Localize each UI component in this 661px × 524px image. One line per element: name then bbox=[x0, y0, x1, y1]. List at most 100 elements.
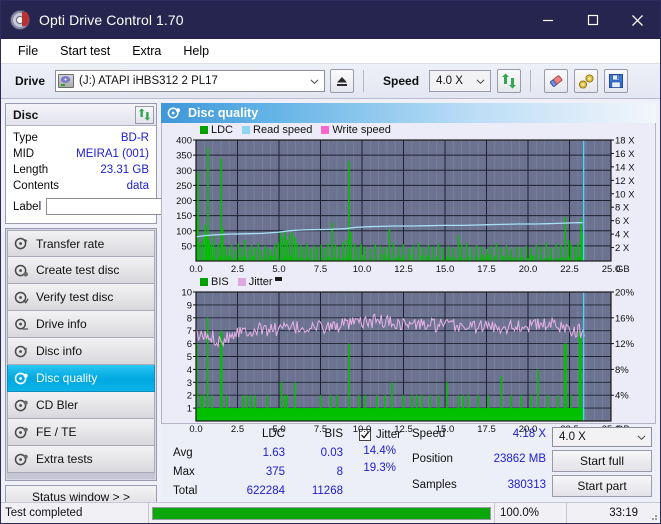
svg-text:4 X: 4 X bbox=[615, 230, 630, 241]
menu-file[interactable]: File bbox=[9, 41, 47, 61]
sidebar-item-disc-quality[interactable]: Disc quality bbox=[7, 365, 155, 392]
svg-text:12 X: 12 X bbox=[615, 176, 635, 187]
eraser-icon bbox=[549, 74, 562, 87]
sidebar: Disc Type BD-R MID MEIRA1 (001) Length 2… bbox=[5, 103, 253, 509]
sidebar-item-drive-info[interactable]: Drive info bbox=[7, 311, 155, 338]
start-part-button[interactable]: Start part bbox=[552, 475, 652, 497]
menu-help[interactable]: Help bbox=[174, 41, 218, 61]
content-area: Disc quality LDC Read speed Write speed … bbox=[161, 103, 656, 502]
svg-text:0.0: 0.0 bbox=[189, 264, 202, 275]
bis-chart[interactable]: 1 2 3 4 5 6 7 8 9 10 4% 8% 12% 16% 20% 0.0 2.5 5.0 7.5 10.0… bbox=[164, 288, 653, 436]
svg-text:5.0: 5.0 bbox=[272, 264, 285, 275]
title-bar: Opti Drive Control 1.70 bbox=[1, 1, 660, 39]
test-nav: Transfer rate Create test disc Verify te… bbox=[5, 228, 157, 481]
maximize-button[interactable] bbox=[570, 1, 615, 39]
save-button[interactable] bbox=[604, 69, 629, 93]
legend-entry-ldc: LDC bbox=[200, 124, 233, 136]
sidebar-item-label: Disc quality bbox=[36, 371, 98, 385]
disc-create-icon bbox=[14, 264, 28, 276]
jitter-column: Jitter 14.4% 19.3% bbox=[359, 426, 404, 502]
legend-label: Write speed bbox=[332, 124, 391, 136]
menu-start-test[interactable]: Start test bbox=[51, 41, 119, 61]
chevron-down-icon bbox=[476, 79, 485, 84]
svg-text:20.0: 20.0 bbox=[519, 264, 538, 275]
disc-row-key: MID bbox=[13, 148, 35, 160]
disc-row-key: Length bbox=[13, 164, 49, 176]
erase-button[interactable] bbox=[544, 69, 569, 93]
status-message: Test completed bbox=[1, 503, 149, 523]
svg-text:200: 200 bbox=[176, 196, 192, 207]
svg-text:2.5: 2.5 bbox=[231, 424, 244, 435]
sidebar-item-label: Verify test disc bbox=[36, 290, 114, 304]
disc-panel-header: Disc bbox=[6, 104, 156, 126]
sidebar-item-cd-bler[interactable]: CD Bler bbox=[7, 392, 155, 419]
ldc-chart[interactable]: 50 100 150 200 250 300 350 400 2 X 4 X 6 X 8 X 10 X 1… bbox=[164, 136, 653, 276]
resize-grip[interactable] bbox=[644, 503, 660, 523]
svg-text:17.5: 17.5 bbox=[477, 424, 496, 435]
minimize-button[interactable] bbox=[525, 1, 570, 39]
svg-text:5: 5 bbox=[187, 352, 192, 363]
svg-text:0.0: 0.0 bbox=[189, 424, 202, 435]
close-button[interactable] bbox=[615, 1, 660, 39]
svg-text:6: 6 bbox=[187, 339, 192, 350]
svg-text:150: 150 bbox=[176, 211, 192, 222]
stats-avg-ldc: 1.63 bbox=[262, 447, 285, 459]
disc-info-rows: Type BD-R MID MEIRA1 (001) Length 23.31 … bbox=[6, 126, 253, 223]
disc-row-value: BD-R bbox=[120, 132, 149, 144]
status-bar: Test completed 100.0% 33:19 bbox=[1, 502, 660, 523]
menu-extra[interactable]: Extra bbox=[123, 41, 170, 61]
svg-text:4%: 4% bbox=[615, 391, 629, 402]
legend-marker bbox=[274, 277, 282, 281]
svg-text:8%: 8% bbox=[615, 365, 629, 376]
sidebar-item-verify-test-disc[interactable]: Verify test disc bbox=[7, 284, 155, 311]
sidebar-item-extra-tests[interactable]: Extra tests bbox=[7, 446, 155, 473]
sidebar-item-fe-te[interactable]: FE / TE bbox=[7, 419, 155, 446]
refresh-button[interactable] bbox=[497, 69, 522, 93]
panel-header: Disc quality bbox=[161, 103, 656, 123]
disc-refresh-button[interactable] bbox=[135, 105, 154, 124]
legend-label: Jitter bbox=[248, 276, 273, 288]
app-disc-icon bbox=[10, 10, 30, 30]
sidebar-item-label: Drive info bbox=[36, 317, 87, 331]
refresh-icon bbox=[138, 108, 151, 121]
main-body: Disc Type BD-R MID MEIRA1 (001) Length 2… bbox=[1, 99, 660, 509]
svg-text:20.0: 20.0 bbox=[519, 424, 538, 435]
samples-readout-label: Samples bbox=[412, 478, 457, 491]
test-speed-select[interactable]: 4.0 X bbox=[552, 427, 652, 447]
tools-button[interactable] bbox=[574, 69, 599, 93]
statistics-table: LDC BIS Avg 1.63 0.03 Max 375 8 Total 62… bbox=[173, 426, 343, 502]
svg-text:6 X: 6 X bbox=[615, 216, 630, 227]
progress-bar-fill bbox=[153, 507, 490, 519]
legend-swatch bbox=[242, 126, 251, 134]
disc-row-length: Length 23.31 GB bbox=[6, 162, 156, 178]
cd-bler-icon bbox=[14, 399, 28, 411]
svg-text:10.0: 10.0 bbox=[353, 424, 372, 435]
stats-avg-bis: 0.03 bbox=[320, 447, 343, 459]
samples-readout-value: 380313 bbox=[507, 478, 546, 491]
svg-text:1: 1 bbox=[187, 404, 192, 415]
eject-icon bbox=[337, 76, 348, 86]
test-speed-value: 4.0 X bbox=[559, 431, 586, 443]
drive-select[interactable]: (J:) ATAPI iHBS312 2 PL17 bbox=[55, 70, 326, 92]
start-full-button[interactable]: Start full bbox=[552, 450, 652, 472]
jitter-avg: 14.4% bbox=[363, 445, 396, 457]
svg-text:5.0: 5.0 bbox=[272, 424, 285, 435]
stats-row-label: Max bbox=[173, 466, 195, 478]
sidebar-item-disc-info[interactable]: Disc info bbox=[7, 338, 155, 365]
sidebar-item-create-test-disc[interactable]: Create test disc bbox=[7, 257, 155, 284]
svg-text:15.0: 15.0 bbox=[436, 424, 455, 435]
panel-title: Disc quality bbox=[188, 106, 259, 120]
disc-panel-title: Disc bbox=[13, 107, 39, 122]
bis-chart-legend: BIS Jitter bbox=[164, 276, 653, 288]
sidebar-item-transfer-rate[interactable]: Transfer rate bbox=[7, 230, 155, 257]
drive-select-value: (J:) ATAPI iHBS312 2 PL17 bbox=[79, 75, 218, 87]
disc-row-value: MEIRA1 (001) bbox=[76, 148, 149, 160]
legend-entry-jitter: Jitter bbox=[237, 276, 282, 288]
disc-info-icon bbox=[14, 345, 27, 357]
speed-select[interactable]: 4.0 X bbox=[429, 70, 492, 92]
stats-total-ldc: 622284 bbox=[246, 485, 285, 497]
disc-rate-icon bbox=[14, 237, 28, 250]
eject-button[interactable] bbox=[330, 69, 355, 93]
svg-text:2 X: 2 X bbox=[615, 243, 630, 254]
svg-text:250: 250 bbox=[176, 181, 192, 192]
